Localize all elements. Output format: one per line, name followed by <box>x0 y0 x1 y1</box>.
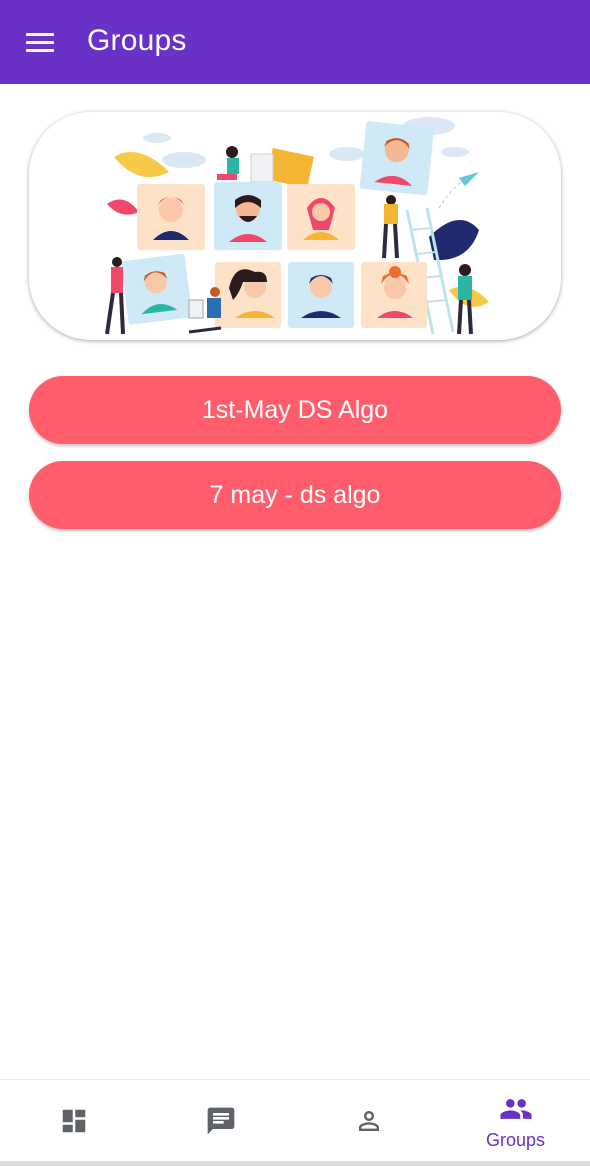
page-title: Groups <box>87 24 187 57</box>
nav-item-profile[interactable] <box>295 1080 442 1162</box>
menu-button[interactable] <box>20 26 60 60</box>
people-illustration <box>105 117 489 335</box>
dashboard-icon <box>62 1109 85 1133</box>
nav-item-dashboard[interactable] <box>0 1080 147 1162</box>
nav-item-chat[interactable] <box>147 1080 294 1162</box>
person-icon <box>358 1111 379 1131</box>
group-item-button[interactable]: 7 may - ds algo <box>29 461 561 529</box>
nav-item-groups[interactable]: Groups <box>442 1080 589 1162</box>
chat-icon <box>207 1107 234 1135</box>
groups-banner <box>29 112 561 340</box>
system-nav-strip <box>0 1161 590 1166</box>
app-bar: Groups <box>0 0 590 84</box>
bottom-navigation: Groups <box>0 1079 590 1162</box>
menu-icon <box>26 33 54 36</box>
groups-icon <box>499 1099 532 1119</box>
group-item-button[interactable]: 1st-May DS Algo <box>29 376 561 444</box>
nav-label-groups: Groups <box>485 1130 546 1150</box>
